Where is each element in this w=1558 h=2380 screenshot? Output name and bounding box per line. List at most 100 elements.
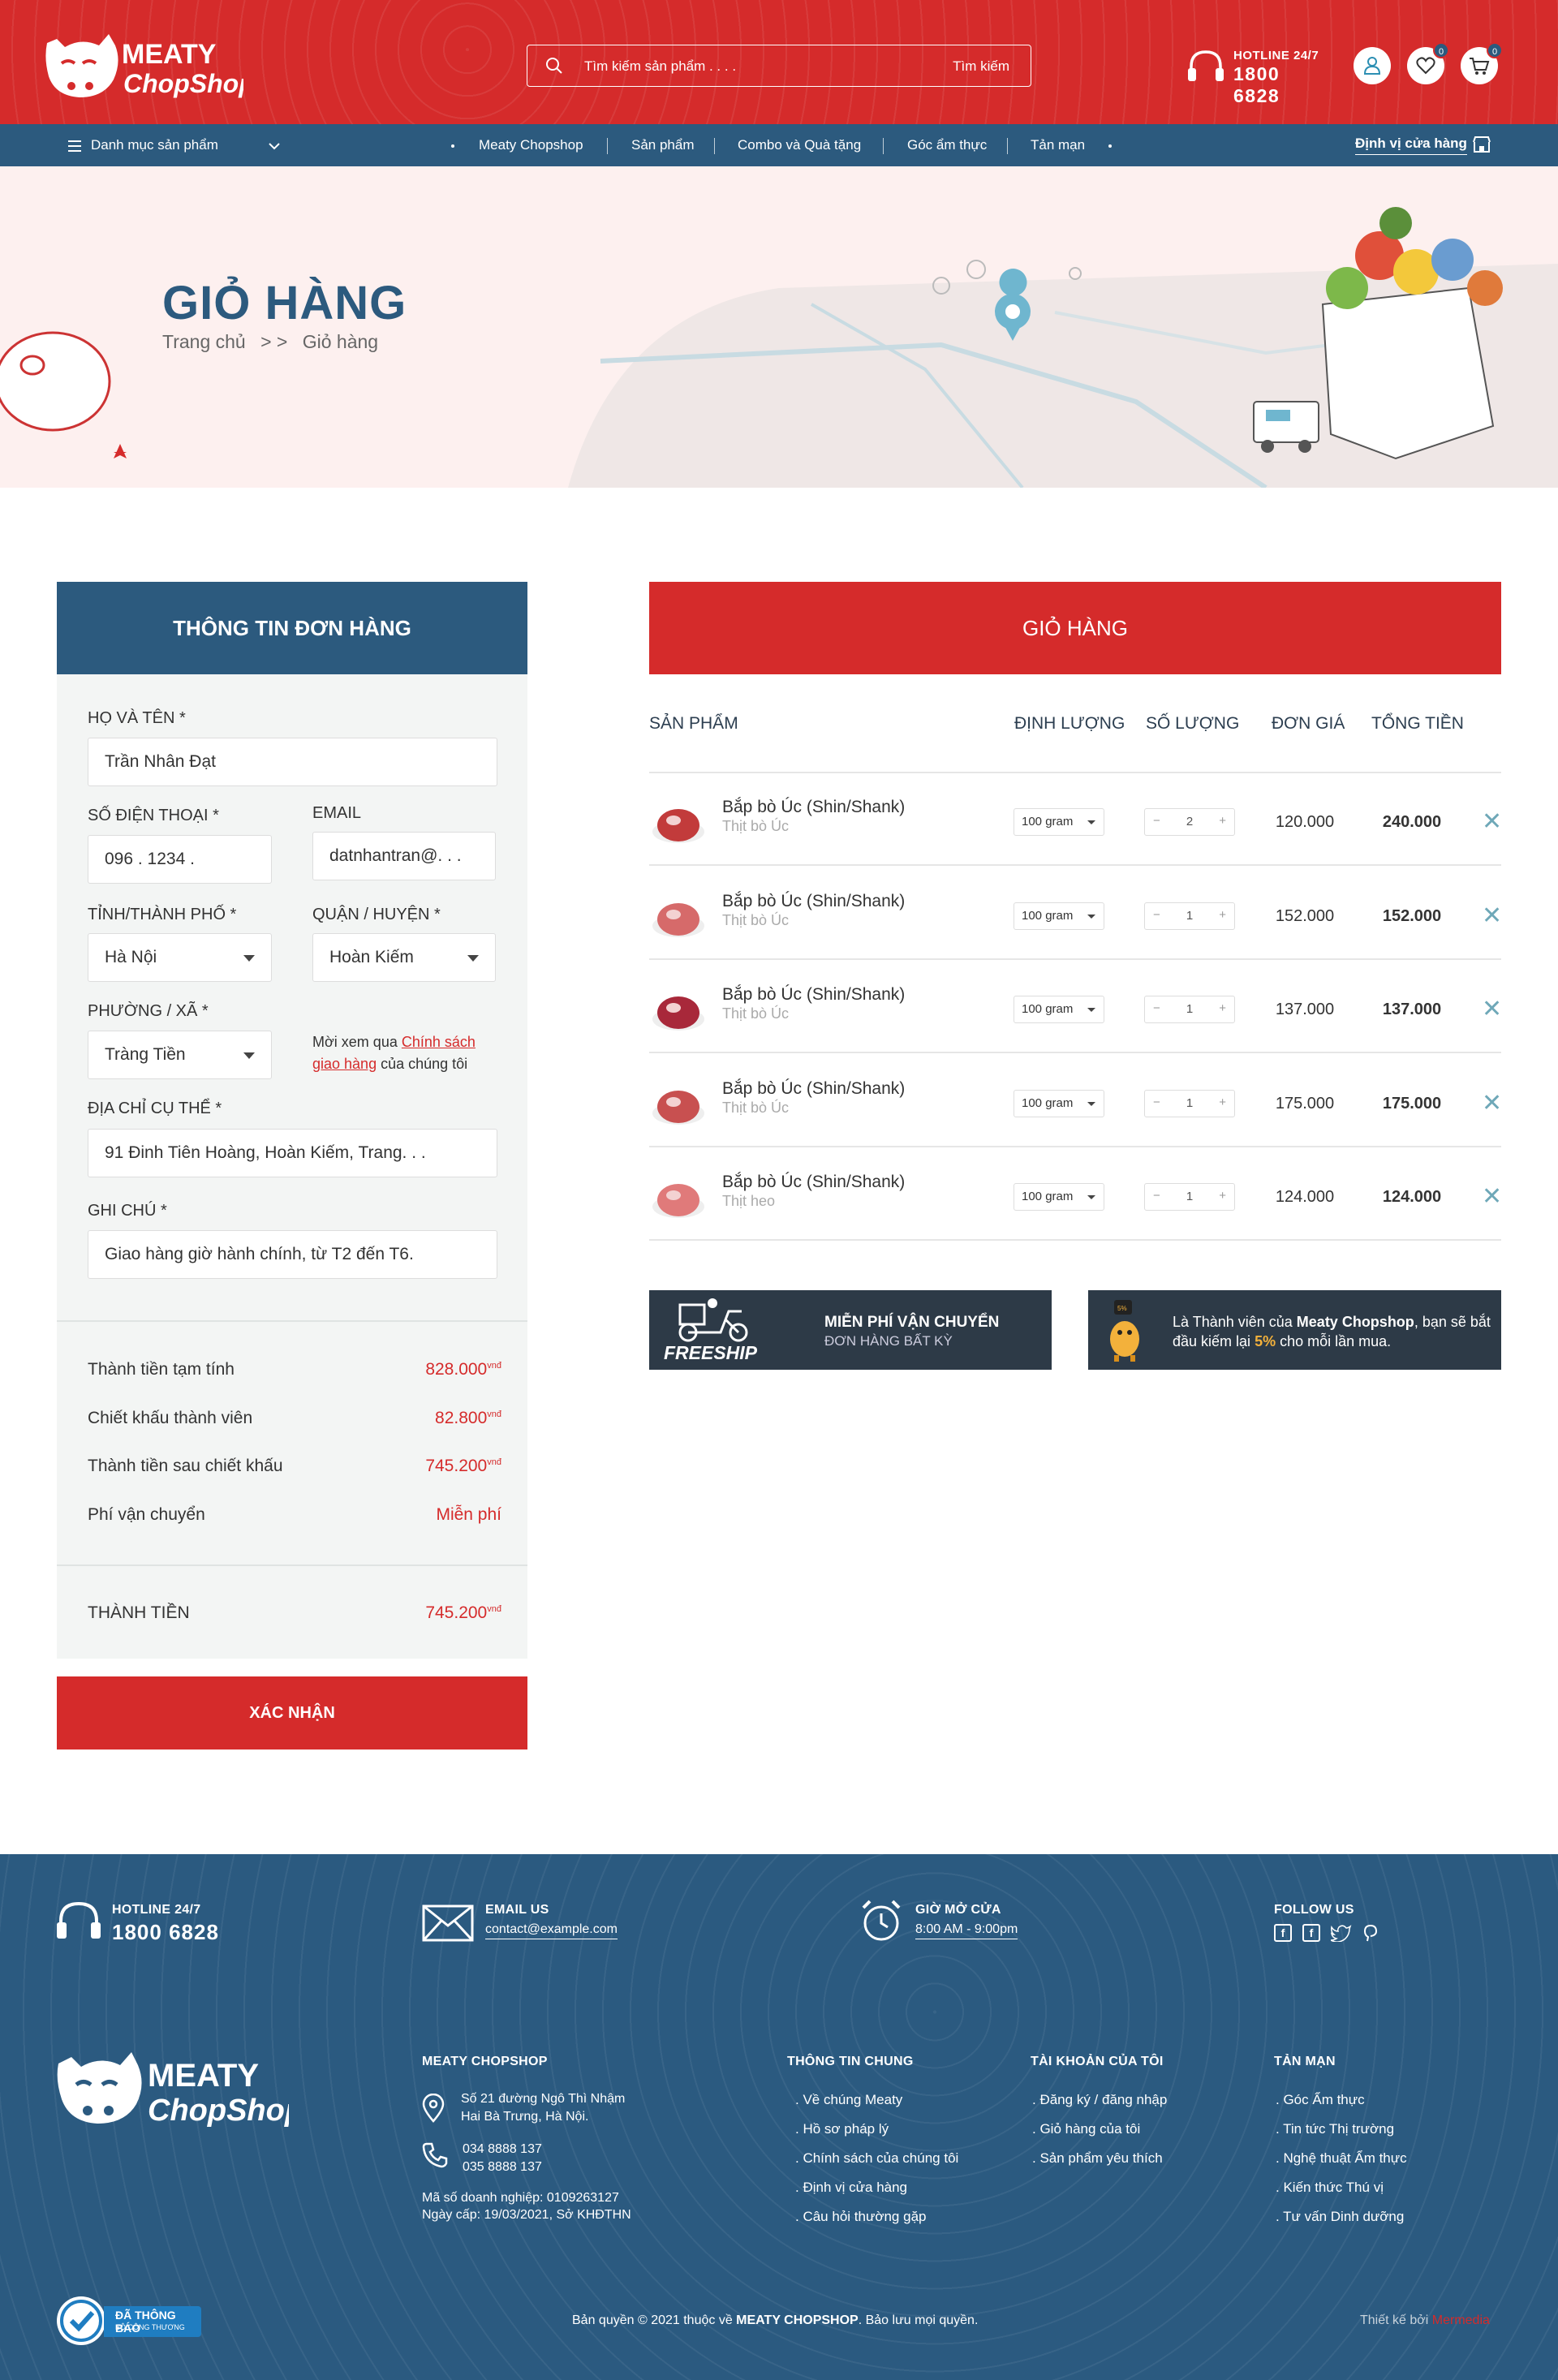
remove-item-icon[interactable]: ✕ (1482, 810, 1502, 834)
main-nav: Danh mục sản phẩm Meaty Chopshop Sản phẩ… (0, 124, 1558, 166)
nav-item-products[interactable]: Sản phẩm (631, 137, 695, 153)
phone-field[interactable]: 096 . 1234 . (88, 835, 272, 884)
instagram-icon[interactable] (1362, 1924, 1379, 1942)
govt-registration-badge[interactable]: ĐÃ THÔNG BÁO BỘ CÔNG THƯƠNG (55, 2295, 201, 2347)
site-footer: HOTLINE 24/7 1800 6828 EMAIL US contact@… (0, 1854, 1558, 2380)
weight-select[interactable]: 100 gram (1014, 996, 1104, 1023)
quantity-stepper[interactable]: − 1 + (1144, 1183, 1235, 1211)
header-hotline[interactable]: HOTLINE 24/7 1800 6828 (1186, 45, 1332, 106)
product-name[interactable]: Bắp bò Úc (Shin/Shank) (722, 892, 905, 911)
site-logo[interactable]: MEATY ChopShop (41, 23, 255, 104)
product-name[interactable]: Bắp bò Úc (Shin/Shank) (722, 798, 905, 817)
search-bar[interactable]: Tìm kiếm sản phẩm . . . . Tìm kiếm (527, 45, 1031, 87)
breadcrumb-home[interactable]: Trang chủ (162, 331, 246, 352)
product-category: Thịt bò Úc (722, 911, 790, 928)
product-image[interactable] (649, 890, 708, 942)
category-menu[interactable]: Danh mục sản phẩm (91, 137, 218, 153)
product-image[interactable] (649, 1171, 708, 1223)
product-image[interactable] (649, 983, 708, 1035)
product-name[interactable]: Bắp bò Úc (Shin/Shank) (722, 1173, 905, 1192)
quantity-stepper[interactable]: − 1 + (1144, 996, 1235, 1023)
svg-text:ChopShop: ChopShop (148, 2094, 289, 2128)
footer-email-link[interactable]: contact@example.com (485, 1922, 618, 1939)
quantity-stepper[interactable]: − 2 + (1144, 808, 1235, 836)
col-weight: ĐỊNH LƯỢNG (1014, 714, 1125, 733)
name-field[interactable]: Trần Nhân Đạt (88, 738, 497, 786)
footer-hours-label: GIỜ MỞ CỬA (915, 1903, 1001, 1917)
province-select[interactable]: Hà Nội (88, 933, 272, 982)
quantity-stepper[interactable]: − 1 + (1144, 1089, 1235, 1117)
footer-link[interactable]: . Tư vấn Dinh dưỡng (1276, 2209, 1404, 2225)
store-locator-link[interactable]: Định vị cửa hàng (1355, 136, 1467, 155)
divider (649, 1239, 1501, 1241)
nav-item-combo[interactable]: Combo và Quà tặng (738, 137, 861, 153)
address-field[interactable]: 91 Đinh Tiên Hoàng, Hoàn Kiếm, Trang. . … (88, 1129, 497, 1177)
product-image[interactable] (649, 796, 708, 848)
footer-link[interactable]: . Hồ sơ pháp lý (795, 2121, 889, 2137)
email-field[interactable]: datnhantran@. . . (312, 832, 496, 880)
facebook-page-icon[interactable]: f (1302, 1924, 1320, 1942)
footer-link[interactable]: . Giỏ hàng của tôi (1032, 2121, 1140, 2137)
footer-link[interactable]: . Sản phẩm yêu thích (1032, 2150, 1163, 2167)
footer-link[interactable]: . Câu hỏi thường gặp (795, 2209, 926, 2225)
footer-link[interactable]: . Nghệ thuật Ẩm thực (1276, 2150, 1407, 2167)
increment-button[interactable]: + (1219, 1095, 1226, 1109)
product-name[interactable]: Bắp bò Úc (Shin/Shank) (722, 1079, 905, 1099)
weight-select[interactable]: 100 gram (1014, 1089, 1104, 1117)
divider (649, 772, 1501, 773)
increment-button[interactable]: + (1219, 1001, 1226, 1015)
search-input[interactable]: Tìm kiếm sản phẩm . . . . (584, 58, 736, 75)
remove-item-icon[interactable]: ✕ (1482, 903, 1502, 928)
footer-link[interactable]: . Đăng ký / đăng nhập (1032, 2092, 1167, 2108)
increment-button[interactable]: + (1219, 908, 1226, 922)
divider (649, 864, 1501, 866)
cart-button[interactable]: 0 (1461, 42, 1503, 84)
nav-item-misc[interactable]: Tản mạn (1031, 137, 1085, 153)
twitter-icon[interactable] (1331, 1924, 1352, 1942)
facebook-icon[interactable]: f (1274, 1924, 1292, 1942)
weight-select[interactable]: 100 gram (1014, 902, 1104, 930)
product-image[interactable] (649, 1078, 708, 1130)
confirm-button[interactable]: XÁC NHẬN (57, 1676, 527, 1749)
product-name[interactable]: Bắp bò Úc (Shin/Shank) (722, 985, 905, 1005)
remove-item-icon[interactable]: ✕ (1482, 997, 1502, 1022)
note-label: GHI CHÚ * (88, 1202, 167, 1220)
increment-button[interactable]: + (1219, 814, 1226, 828)
total-value: 745.200 (425, 1603, 488, 1622)
footer-phone-2[interactable]: 035 8888 137 (463, 2160, 542, 2175)
footer-hotline-number[interactable]: 1800 6828 (112, 1920, 219, 1945)
footer-link[interactable]: . Tin tức Thị trường (1276, 2121, 1394, 2137)
account-button[interactable] (1354, 47, 1391, 84)
wishlist-button[interactable]: 0 (1407, 42, 1449, 84)
footer-link[interactable]: . Định vị cửa hàng (795, 2180, 907, 2196)
quantity-stepper[interactable]: − 1 + (1144, 902, 1235, 930)
chevron-down-icon[interactable] (268, 142, 281, 150)
footer-link-label: Về chúng Meaty (803, 2092, 903, 2107)
remove-item-icon[interactable]: ✕ (1482, 1091, 1502, 1116)
search-button[interactable]: Tìm kiếm (953, 58, 1009, 75)
search-icon (546, 58, 562, 74)
footer-logo[interactable]: MEATY ChopShop (54, 2039, 289, 2128)
hotline-label: HOTLINE 24/7 (1233, 49, 1319, 62)
designer-link[interactable]: Mermedia (1432, 2313, 1490, 2327)
district-select[interactable]: Hoàn Kiếm (312, 933, 496, 982)
footer-link[interactable]: . Về chúng Meaty (795, 2092, 902, 2108)
nav-item-food-corner[interactable]: Góc ẩm thực (907, 137, 987, 153)
member-promo: 5% Là Thành viên của Meaty Chopshop, bạn… (1088, 1290, 1501, 1370)
caret-down-icon (1087, 820, 1095, 824)
remove-item-icon[interactable]: ✕ (1482, 1185, 1502, 1209)
footer-phone-1[interactable]: 034 8888 137 (463, 2142, 542, 2157)
weight-select[interactable]: 100 gram (1014, 808, 1104, 836)
footer-link[interactable]: . Chính sách của chúng tôi (795, 2150, 958, 2167)
copyright-post: . Bảo lưu mọi quyền. (858, 2313, 979, 2327)
nav-divider (1007, 138, 1008, 154)
note-field[interactable]: Giao hàng giờ hành chính, từ T2 đến T6. (88, 1230, 497, 1279)
footer-link[interactable]: . Kiến thức Thú vị (1276, 2180, 1384, 2196)
footer-link[interactable]: . Góc Ẩm thực (1276, 2092, 1365, 2108)
nav-item-meaty[interactable]: Meaty Chopshop (479, 137, 583, 153)
ward-select[interactable]: Tràng Tiền (88, 1031, 272, 1079)
weight-select[interactable]: 100 gram (1014, 1183, 1104, 1211)
increment-button[interactable]: + (1219, 1189, 1226, 1203)
col-total: TỔNG TIỀN (1371, 714, 1464, 733)
policy-pre: Mời xem qua (312, 1034, 398, 1050)
